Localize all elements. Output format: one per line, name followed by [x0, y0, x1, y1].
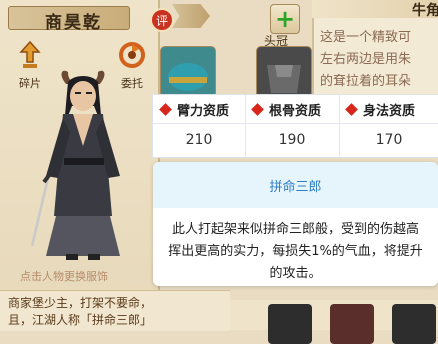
- character-figure: [30, 70, 120, 260]
- skill-description-line-3: 的攻击。: [269, 266, 322, 281]
- diamond-icon: [345, 102, 358, 116]
- skill-card: 拼命三郎 此人打起架来似拼命三郎般，受到的伤越高 挥出更高的实力，每损失1%的气…: [153, 162, 438, 286]
- description-line-3: 的耷拉着的耳朵: [320, 74, 412, 89]
- character-name: 商昊乾: [45, 13, 102, 33]
- attribute-header-constitution: 根骨资质: [251, 95, 321, 123]
- change-outfit-hint: 点击人物更换服饰: [20, 270, 108, 283]
- description-line-2: 左右两边是用朱: [320, 52, 412, 67]
- description-line-1: 这是一个精致可: [320, 30, 412, 45]
- helmet-icon: [168, 63, 208, 91]
- equipment-slot-boots[interactable]: [392, 304, 436, 344]
- character-portrait[interactable]: [28, 66, 138, 270]
- equipment-slot-belt[interactable]: [330, 304, 374, 344]
- skill-header: 拼命三郎: [153, 162, 438, 208]
- name-plate: 商昊乾: [8, 6, 130, 33]
- character-bio: 商家堡少主，打架不要命， 且，江湖人称「拼命三郎」: [0, 290, 230, 331]
- equipment-slot-necklace[interactable]: [268, 304, 312, 344]
- attribute-value-constitution: 190: [278, 132, 306, 148]
- next-arrow-tab[interactable]: [172, 4, 210, 28]
- diamond-icon: [159, 102, 172, 116]
- attribute-value-strength: 210: [185, 132, 213, 148]
- attribute-table: 臂力资质 根骨资质 身法资质 210 190 170: [152, 94, 438, 158]
- review-badge[interactable]: 评: [150, 8, 174, 32]
- description-title: 牛角: [412, 3, 438, 19]
- armor-icon: [267, 65, 301, 93]
- character-panel: 商昊乾 碎片 委托 点击人物更换服饰: [0, 0, 160, 330]
- bio-line-2: 且，江湖人称「拼命三郎」: [8, 313, 153, 327]
- plus-icon: +: [274, 5, 296, 33]
- attribute-value-agility: 170: [375, 132, 403, 148]
- description-header: 牛角: [312, 0, 438, 19]
- skill-description-line-1: 此人打起架来似拼命三郎般，受到的伤越高: [171, 222, 419, 237]
- diamond-icon: [251, 102, 264, 116]
- add-headgear-button[interactable]: +: [270, 4, 300, 34]
- bio-line-1: 商家堡少主，打架不要命，: [8, 296, 153, 310]
- attribute-header-agility: 身法资质: [345, 95, 415, 123]
- attribute-header-strength: 臂力资质: [159, 95, 229, 123]
- skill-description-line-2: 挥出更高的实力，每损失1%的气血，将提升: [168, 244, 423, 259]
- skill-title: 拼命三郎: [269, 179, 322, 195]
